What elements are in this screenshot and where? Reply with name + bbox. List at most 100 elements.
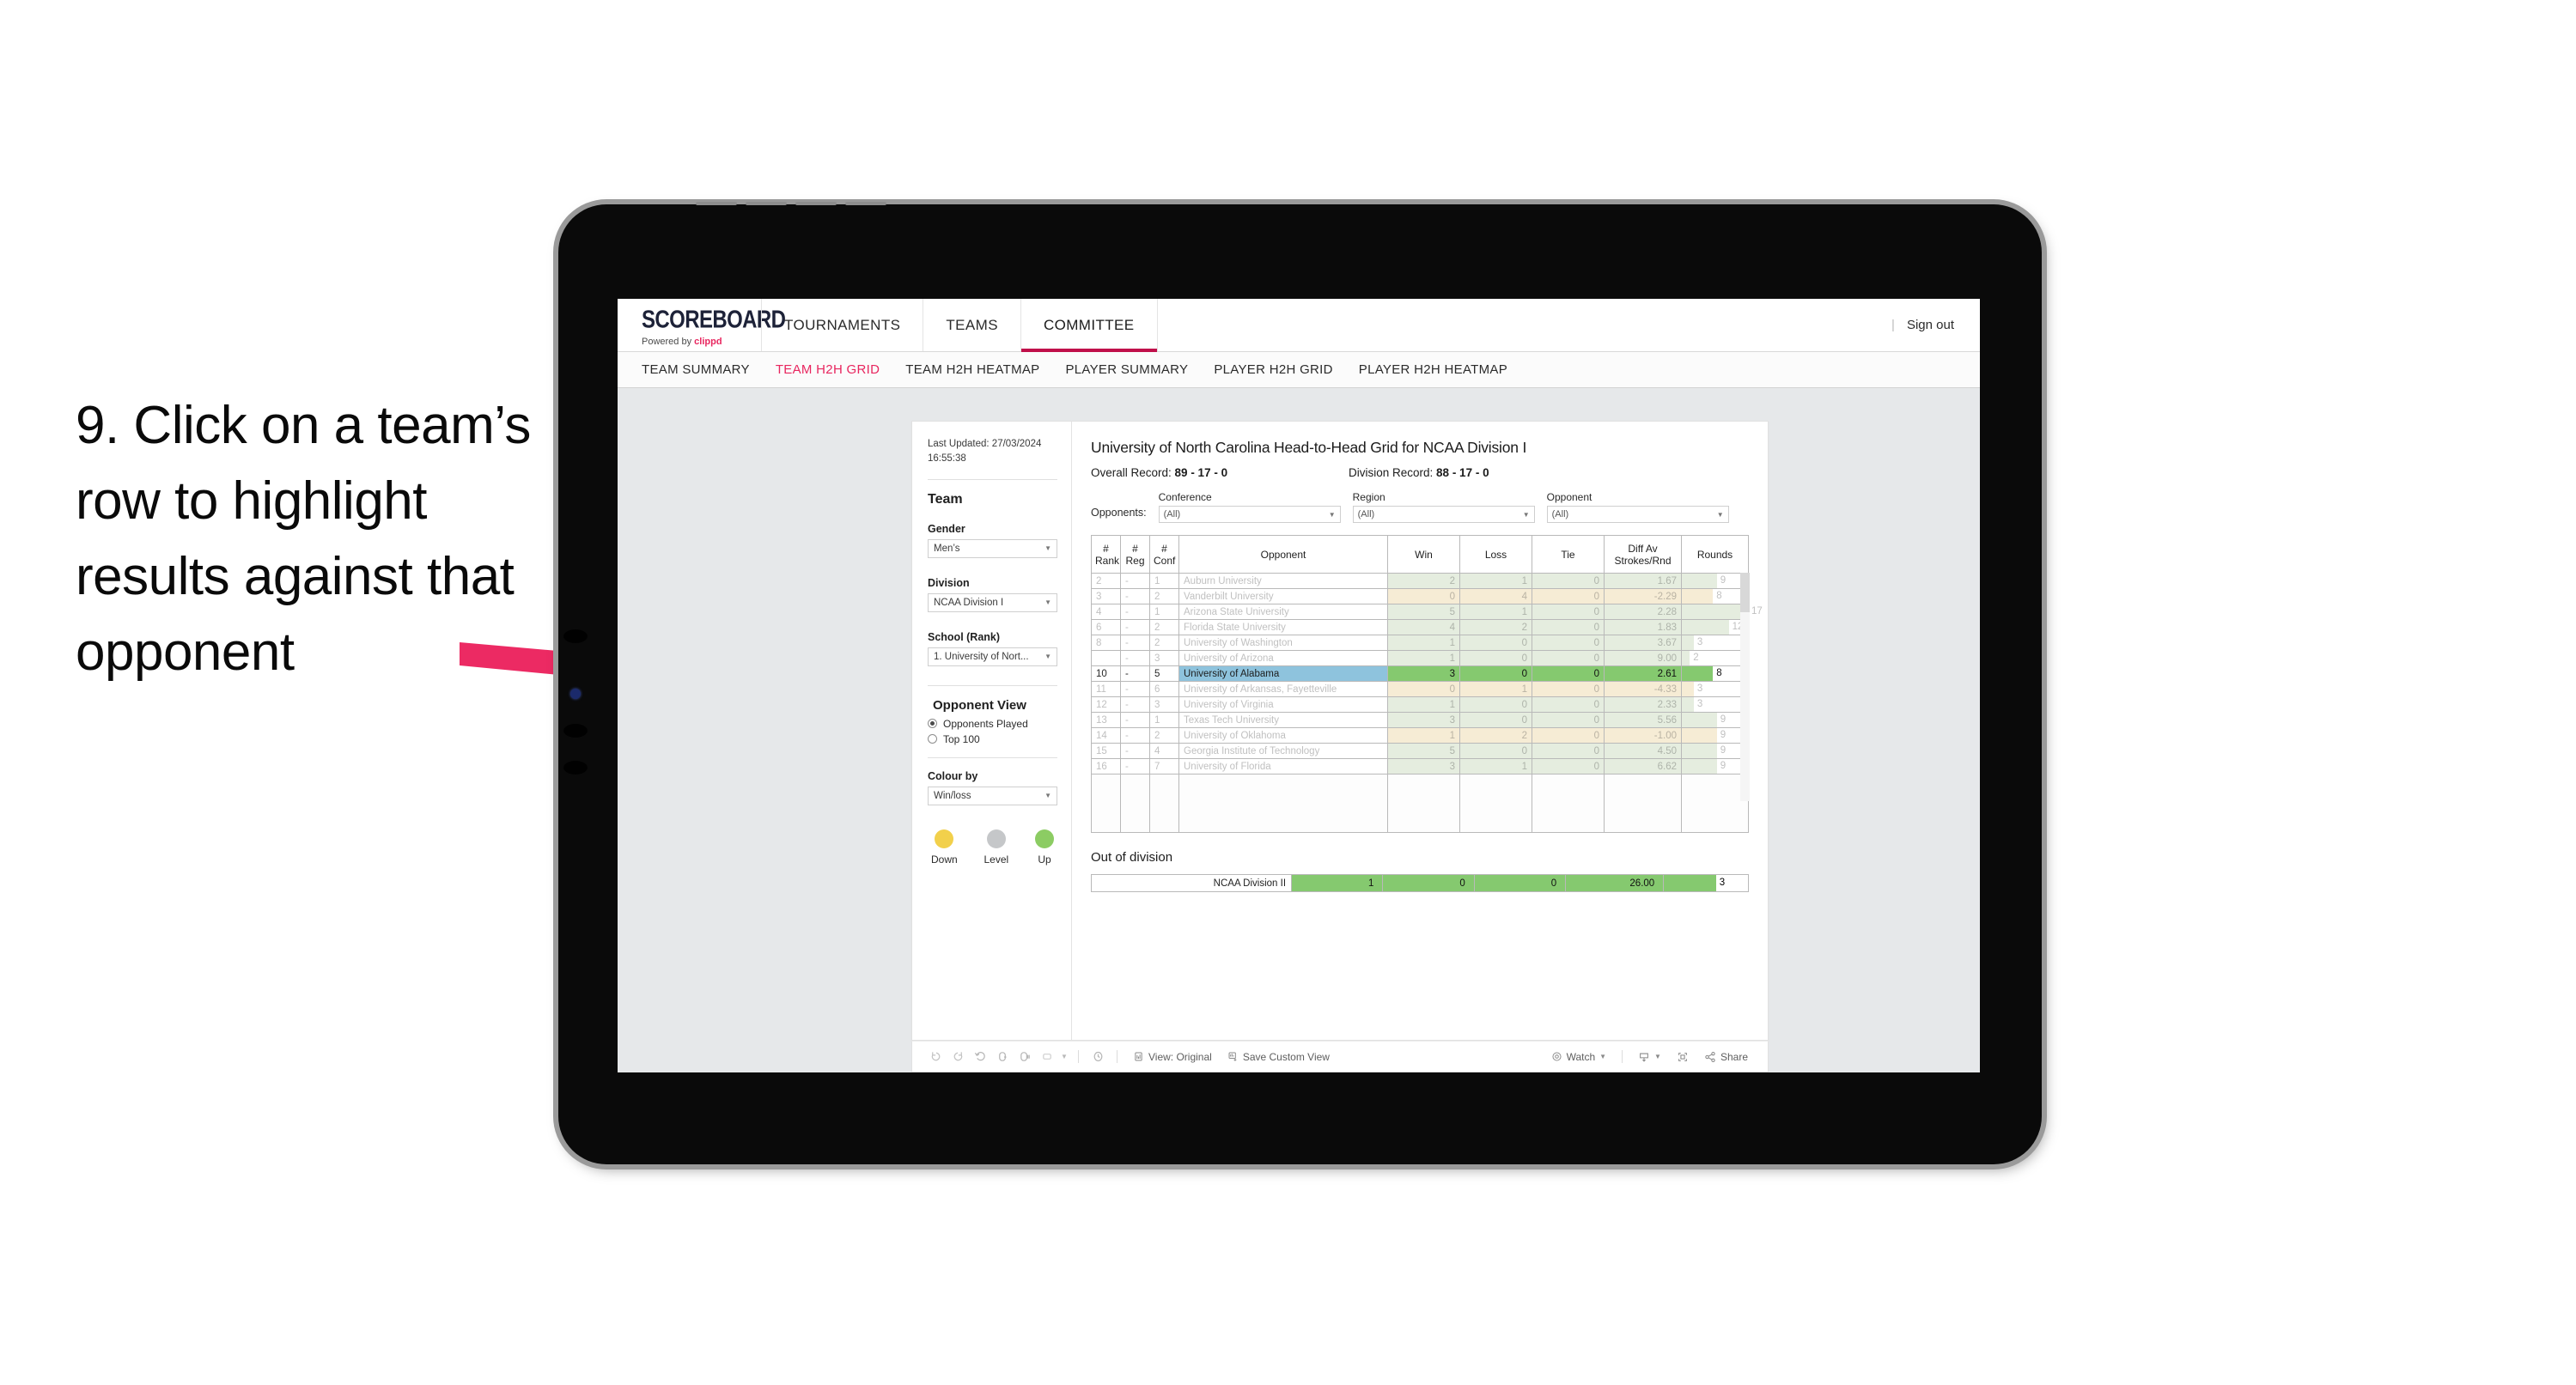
subtab-player-h2h-grid[interactable]: PLAYER H2H GRID [1214, 362, 1332, 377]
radio-opponents-played[interactable]: Opponents Played [928, 718, 1057, 730]
rounds-bar [1682, 682, 1694, 696]
empty-cell [1120, 774, 1150, 833]
nav-tab-committee[interactable]: COMMITTEE [1020, 299, 1158, 352]
subtab-team-h2h-heatmap[interactable]: TEAM H2H HEATMAP [905, 362, 1039, 377]
table-row[interactable]: 15-4 Georgia Institute of Technology 5 0 0 4.… [1091, 743, 1749, 759]
subtab-player-h2h-heatmap[interactable]: PLAYER H2H HEATMAP [1359, 362, 1507, 377]
col-reg-line2: Reg [1125, 554, 1145, 567]
radio-icon [928, 719, 937, 728]
shape-dropdown-icon[interactable]: ▼ [1058, 1046, 1070, 1068]
opponent-filter: Opponent (All) ▼ [1546, 491, 1729, 523]
side-port-icon [563, 629, 588, 643]
divider [928, 684, 1057, 686]
subtab-team-h2h-grid[interactable]: TEAM H2H GRID [776, 362, 880, 377]
table-row[interactable]: 4-1 Arizona State University 5 1 0 2.28 17 [1091, 604, 1763, 620]
out-of-division-row[interactable]: NCAA Division II 1 0 0 26.00 3 [1090, 874, 1749, 892]
opponent-select[interactable]: (All) ▼ [1546, 506, 1729, 523]
cell-tie: 0 [1532, 712, 1605, 728]
share-button[interactable]: Share [1696, 1051, 1756, 1063]
cell-win: 1 [1387, 650, 1460, 666]
scrollbar-thumb[interactable] [1740, 573, 1750, 612]
cell-rounds: 17 [1681, 604, 1763, 620]
subtab-team-summary[interactable]: TEAM SUMMARY [642, 362, 750, 377]
legend-dot-level [986, 829, 1006, 848]
clock-icon[interactable] [1087, 1046, 1109, 1068]
colour-legend: Down Level Up [928, 829, 1057, 866]
divider [1622, 1050, 1623, 1063]
cell-conf: 3 [1149, 650, 1179, 666]
subtab-player-summary[interactable]: PLAYER SUMMARY [1065, 362, 1188, 377]
save-custom-view-button[interactable]: Save Custom View [1220, 1051, 1337, 1063]
table-row[interactable]: 8-2 University of Washington 1 0 0 3.67 3 [1091, 635, 1749, 651]
redo-icon[interactable] [947, 1046, 969, 1068]
division-label: Division [928, 576, 970, 589]
cell-conf: 1 [1149, 573, 1179, 589]
cell-opponent: University of Washington [1178, 635, 1388, 651]
division-record: Division Record: 88 - 17 - 0 [1349, 466, 1489, 479]
cell-reg: - [1120, 665, 1150, 682]
cell-tie: 0 [1532, 665, 1605, 682]
cell-reg: - [1120, 696, 1150, 713]
opponent-view-heading: Opponent View [933, 697, 1026, 713]
region-select[interactable]: (All) ▼ [1352, 506, 1535, 523]
colour-by-select[interactable]: Win/loss ▼ [928, 786, 1057, 805]
division-select[interactable]: NCAA Division I ▼ [928, 592, 1057, 612]
cell-win: 5 [1387, 604, 1460, 620]
legend-label: Down [931, 853, 958, 866]
rounds-value: 3 [1696, 683, 1703, 694]
revert-icon[interactable] [969, 1046, 991, 1068]
rounds-value: 9 [1720, 745, 1726, 756]
camera-icon [570, 689, 581, 699]
rounds-bar [1682, 635, 1694, 650]
table-scrollbar[interactable] [1740, 573, 1750, 801]
download-button[interactable]: ▼ [1630, 1051, 1669, 1063]
cell-loss: 0 [1459, 650, 1532, 666]
side-port-icon [563, 761, 588, 775]
school-label: School (Rank) [928, 630, 1001, 643]
table-row[interactable]: 2-1 Auburn University 2 1 0 1.67 9 [1091, 573, 1749, 589]
cell-conf: 6 [1149, 681, 1179, 697]
fullscreen-button[interactable] [1669, 1051, 1696, 1063]
cell-opponent: Texas Tech University [1178, 712, 1388, 728]
empty-cell [1604, 774, 1682, 833]
rounds-value: 8 [1716, 591, 1722, 601]
table-row[interactable]: 16-7 University of Florida 3 1 0 6.62 9 [1091, 758, 1749, 775]
table-row[interactable]: 14-2 University of Oklahoma 1 2 0 -1.00 9 [1091, 727, 1749, 744]
primary-nav: TOURNAMENTS TEAMS COMMITTEE [761, 299, 1158, 352]
cell-win: 4 [1387, 619, 1460, 635]
conference-select[interactable]: (All) ▼ [1158, 506, 1341, 523]
col-reg: # Reg [1120, 535, 1150, 574]
table-row[interactable]: 3-2 Vanderbilt University 0 4 0 -2.29 8 [1091, 588, 1749, 604]
ood-win: 1 [1291, 874, 1384, 892]
watch-button[interactable]: Watch ▼ [1544, 1051, 1614, 1063]
chevron-down-icon: ▼ [1599, 1053, 1607, 1060]
cell-loss: 4 [1459, 588, 1532, 604]
rounds-bar [1682, 651, 1690, 665]
table-row[interactable]: 6-2 Florida State University 4 2 0 1.83 12 [1091, 619, 1749, 635]
cell-rank: 14 [1091, 727, 1121, 744]
table-row[interactable]: 13-1 Texas Tech University 3 0 0 5.56 9 [1091, 712, 1749, 728]
table-row[interactable]: -3 University of Arizona 1 0 0 9.00 2 [1091, 650, 1749, 666]
table-row[interactable]: 12-3 University of Virginia 1 0 0 2.33 3 [1091, 696, 1749, 713]
nav-tab-teams[interactable]: TEAMS [923, 299, 1021, 351]
table-empty-filler [1091, 774, 1749, 833]
legend-item-level: Level [984, 829, 1008, 866]
refresh-icon[interactable] [991, 1046, 1014, 1068]
sign-out-link[interactable]: Sign out [1907, 318, 1954, 332]
pause-icon[interactable] [1014, 1046, 1036, 1068]
cell-rank: 12 [1091, 696, 1121, 713]
nav-tab-tournaments[interactable]: TOURNAMENTS [761, 299, 924, 351]
table-row[interactable]: 10-5 University of Alabama 3 0 0 2.61 8 [1091, 665, 1749, 682]
col-conf-line1: # [1161, 542, 1167, 555]
undo-icon[interactable] [924, 1046, 947, 1068]
view-original-button[interactable]: View: Original [1125, 1051, 1220, 1063]
cell-opponent: University of Oklahoma [1178, 727, 1388, 744]
table-row[interactable]: 11-6 University of Arkansas, Fayetteville… [1091, 681, 1749, 697]
cell-rounds: 9 [1681, 743, 1749, 759]
school-select[interactable]: 1. University of Nort... ▼ [928, 647, 1057, 666]
cell-conf: 2 [1149, 635, 1179, 651]
radio-top-100[interactable]: Top 100 [928, 733, 1057, 745]
rounds-value: 9 [1720, 575, 1726, 586]
shape-icon[interactable] [1036, 1046, 1058, 1068]
gender-select[interactable]: Men’s ▼ [928, 538, 1057, 558]
